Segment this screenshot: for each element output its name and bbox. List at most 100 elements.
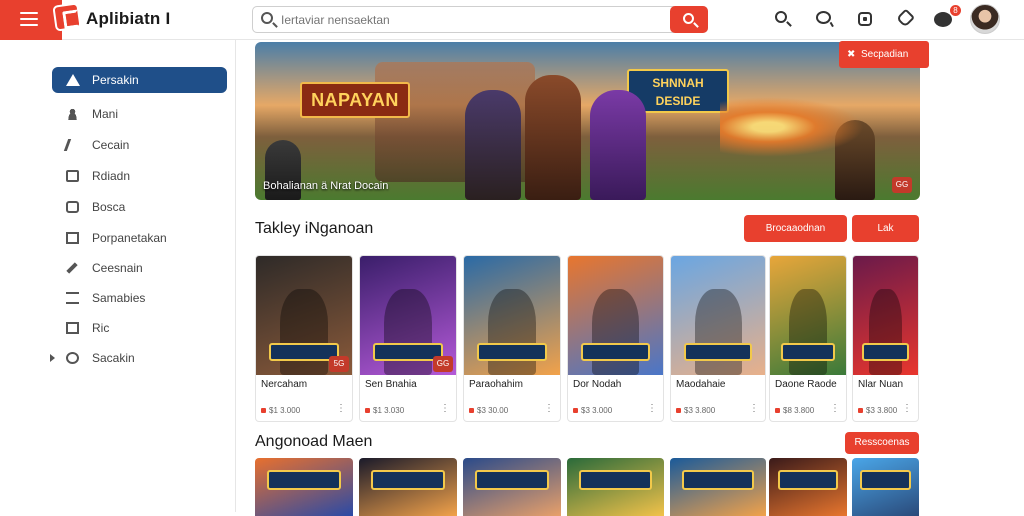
notification-badge: 8 [950, 5, 961, 16]
game-card[interactable] [463, 458, 561, 516]
character-figure [280, 289, 328, 375]
app-logo-icon [52, 2, 82, 32]
game-card[interactable] [670, 458, 766, 516]
section-title: Angonoad Maen [255, 433, 373, 450]
game-title: Daone Raode [775, 379, 837, 390]
top-bar: Aplibiatn I 8 [0, 0, 1024, 40]
hero-action-button[interactable]: Secpadian [839, 41, 929, 68]
game-price: $1 3.030 [365, 406, 404, 415]
game-card[interactable] [255, 458, 353, 516]
game-card[interactable]: 5G Nercaham $1 3.000 ⋮ [255, 255, 353, 422]
sidebar-item-label: Cecain [92, 138, 130, 152]
game-title: Paraohahim [469, 379, 523, 390]
square-icon[interactable] [856, 10, 874, 28]
menu-button[interactable] [0, 0, 62, 40]
game-title: Dor Nodah [573, 379, 622, 390]
sidebar-item-porpanetakan[interactable]: Porpanetakan [52, 225, 227, 251]
sidebar: Persakin Mani Cecain Rdiadn Bosca Porpan… [0, 40, 236, 512]
character-figure [488, 289, 536, 375]
sidebar-item-persakin[interactable]: Persakin [52, 67, 227, 93]
game-price: $8 3.800 [775, 406, 814, 415]
sidebar-item-cecain[interactable]: Cecain [52, 132, 227, 158]
hero-caption: Bohalianan ä Nrat Docain [263, 180, 389, 192]
section-title: Takley iNganoan [255, 220, 374, 237]
search-bar [252, 6, 708, 33]
chat-icon[interactable] [815, 10, 833, 28]
game-price: $3 30.00 [469, 406, 508, 415]
game-card[interactable] [769, 458, 847, 516]
search-icon[interactable] [774, 10, 792, 28]
hero-character [465, 90, 521, 200]
game-card[interactable] [359, 458, 457, 516]
game-card[interactable] [567, 458, 664, 516]
game-card[interactable]: Nlar Nuan $3 3.800 ⋮ [852, 255, 919, 422]
game-thumbnail [671, 256, 765, 375]
game-price: $3 3.800 [858, 406, 897, 415]
search-input[interactable] [281, 10, 661, 29]
sidebar-item-samabies[interactable]: Samabies [52, 285, 227, 311]
more-options-icon[interactable]: ⋮ [902, 403, 912, 414]
hero-character [525, 75, 581, 200]
rating-badge: 5G [329, 356, 349, 372]
hero-banner[interactable]: NAPAYAN SHNNAH DESIDE Bohalianan ä Nrat … [255, 42, 920, 200]
sidebar-item-rdiadn[interactable]: Rdiadn [52, 163, 227, 189]
game-logo [684, 342, 752, 361]
game-card[interactable]: Maodahaie $3 3.800 ⋮ [670, 255, 766, 422]
pencil-icon [66, 262, 78, 274]
triangle-icon [66, 74, 80, 86]
more-options-icon[interactable]: ⋮ [544, 403, 554, 414]
game-card[interactable] [852, 458, 919, 516]
game-thumbnail: 5G [256, 256, 352, 375]
list-icon [66, 292, 79, 304]
hero-character [835, 120, 875, 200]
more-options-icon[interactable]: ⋮ [647, 403, 657, 414]
character-figure [694, 289, 742, 375]
sidebar-item-label: Sacakin [92, 351, 135, 365]
hero-character [590, 90, 646, 200]
resources-button[interactable]: Resscoenas [845, 432, 919, 454]
main-content: NAPAYAN SHNNAH DESIDE Bohalianan ä Nrat … [236, 40, 1024, 516]
character-figure [384, 289, 432, 375]
sidebar-item-mani[interactable]: Mani [52, 101, 227, 127]
app-name: Aplibiatn I [86, 9, 171, 28]
game-logo [578, 470, 653, 490]
more-options-icon[interactable]: ⋮ [830, 403, 840, 414]
game-logo [474, 470, 550, 490]
sidebar-item-label: Porpanetakan [92, 231, 167, 245]
ring-icon [66, 352, 79, 364]
hero-game-logo: NAPAYAN [300, 82, 410, 118]
sidebar-item-sacakin[interactable]: Sacakin [52, 345, 227, 371]
grid-icon [66, 322, 79, 334]
game-card[interactable]: Daone Raode $8 3.800 ⋮ [769, 255, 847, 422]
sidebar-item-label: Mani [92, 107, 119, 121]
search-icon [683, 13, 694, 24]
gamepad-icon[interactable] [934, 10, 952, 28]
sidebar-item-label: Ric [92, 321, 110, 335]
more-options-icon[interactable]: ⋮ [440, 403, 450, 414]
game-title: Maodahaie [676, 379, 726, 390]
game-title: Nlar Nuan [858, 379, 904, 390]
game-thumbnail [853, 256, 918, 375]
browse-button[interactable]: Brocaaodnan [744, 215, 847, 242]
search-button[interactable] [670, 6, 708, 33]
sidebar-item-label: Rdiadn [92, 169, 131, 183]
more-options-icon[interactable]: ⋮ [749, 403, 759, 414]
hamburger-icon [20, 12, 38, 26]
sidebar-item-ceesnain[interactable]: Ceesnain [52, 255, 227, 281]
sidebar-item-label: Persakin [92, 73, 139, 87]
avatar[interactable] [970, 4, 1000, 34]
game-logo [477, 342, 547, 361]
sidebar-item-label: Samabies [92, 291, 146, 305]
game-thumbnail [770, 256, 846, 375]
game-logo [862, 342, 909, 361]
bell-icon[interactable] [895, 8, 916, 28]
game-card[interactable]: GG Sen Bnahia $1 3.030 ⋮ [359, 255, 457, 422]
game-card[interactable]: Paraohahim $3 30.00 ⋮ [463, 255, 561, 422]
sidebar-item-bosca[interactable]: Bosca [52, 194, 227, 220]
sidebar-item-ric[interactable]: Ric [52, 315, 227, 341]
game-logo [266, 470, 342, 490]
people-icon [66, 108, 79, 120]
link-button[interactable]: Lak [852, 215, 919, 242]
game-card[interactable]: Dor Nodah $3 3.000 ⋮ [567, 255, 664, 422]
more-options-icon[interactable]: ⋮ [336, 403, 346, 414]
